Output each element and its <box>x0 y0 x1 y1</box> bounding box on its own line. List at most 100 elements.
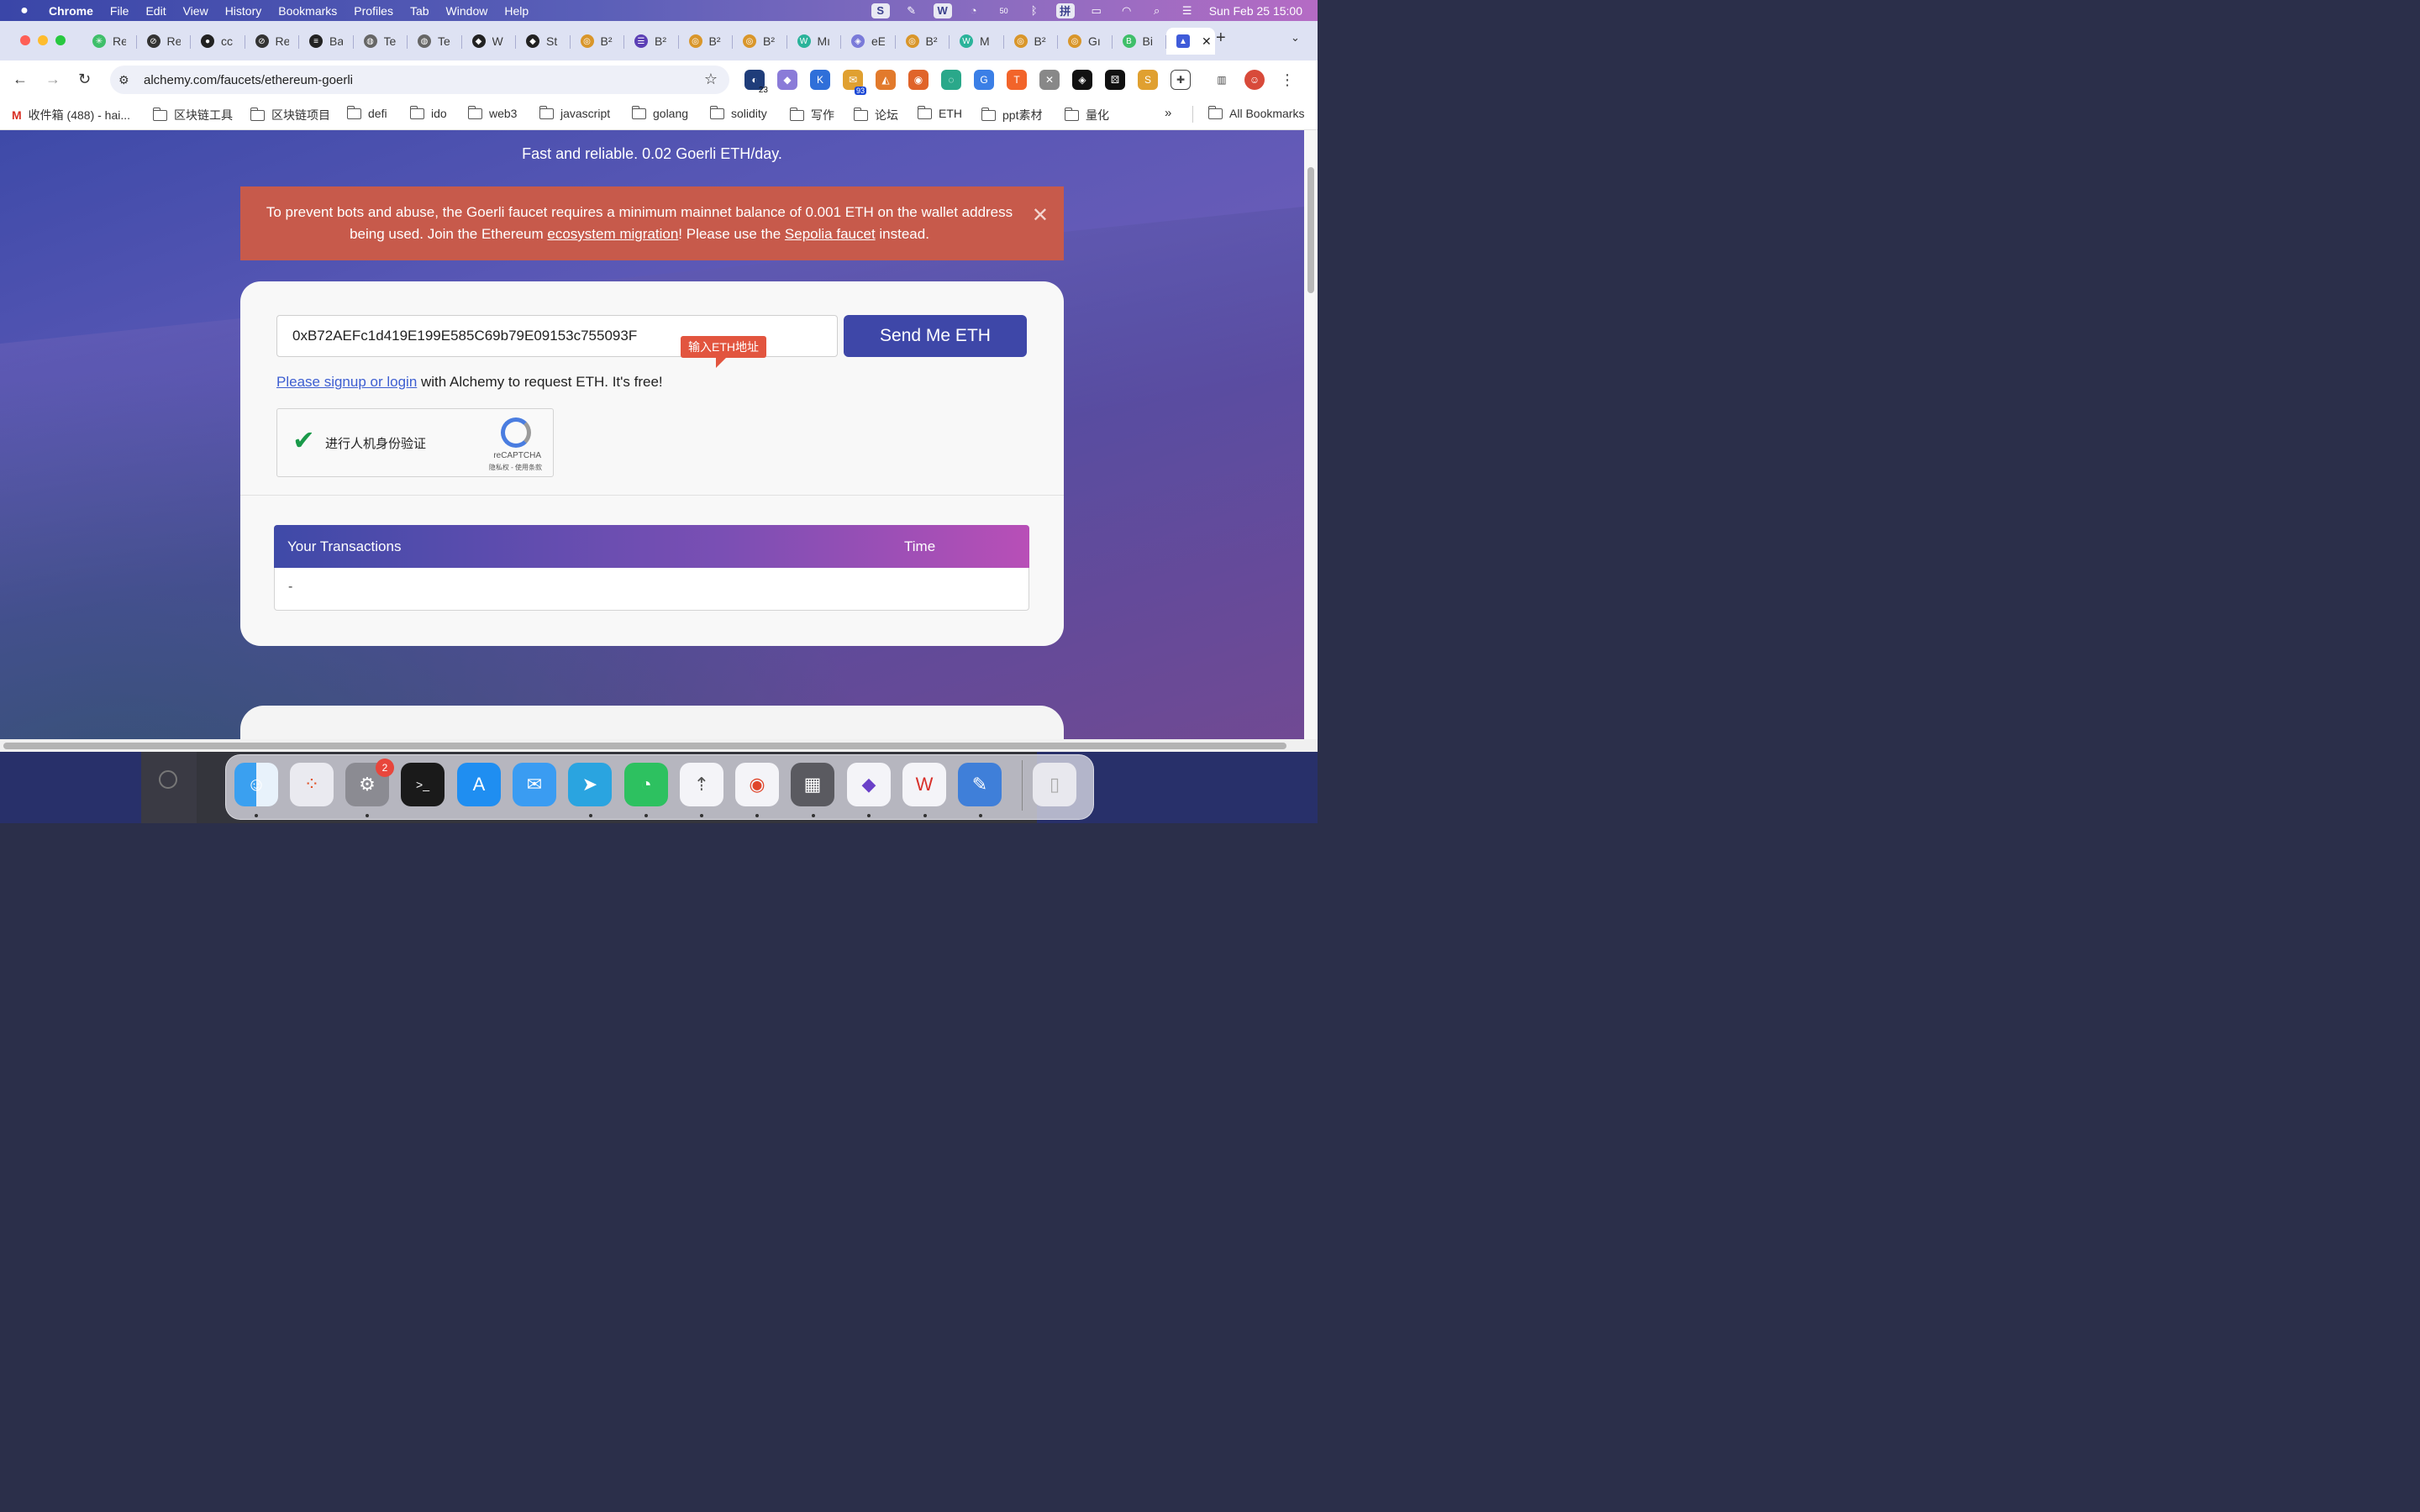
bookmark-folder[interactable]: golang <box>631 105 688 120</box>
tab-item[interactable]: ⊘ Re <box>137 28 192 55</box>
tab-item[interactable]: WM <box>950 28 1004 55</box>
bookmark-folder[interactable]: ETH <box>917 105 962 120</box>
bluetooth-icon[interactable]: ᛒ <box>1026 3 1043 18</box>
extension-mail-icon[interactable]: ✉ 93 <box>843 70 866 95</box>
tab-item[interactable]: ◎ B² <box>733 28 787 55</box>
extensions-puzzle-icon[interactable]: ✚ <box>1171 70 1191 90</box>
minimize-window-button[interactable] <box>38 35 48 45</box>
chrome-menu-icon[interactable]: ⋮ <box>1277 70 1297 90</box>
bookmark-folder[interactable]: defi <box>346 105 387 120</box>
spotlight-search-icon[interactable]: ⌕ <box>1149 3 1165 18</box>
tab-active[interactable]: ▲ ✕ <box>1166 28 1215 55</box>
rocket-app-icon[interactable]: ⇡ <box>680 763 723 806</box>
app-store-icon[interactable]: A <box>457 763 501 806</box>
apple-menu-icon[interactable]: ● <box>15 3 34 18</box>
send-me-eth-button[interactable]: Send Me ETH <box>844 315 1027 357</box>
extension-t-icon[interactable]: T <box>1007 70 1027 90</box>
tab-item[interactable]: ◎ B² <box>679 28 734 55</box>
stage-manager-icon[interactable] <box>159 770 177 789</box>
finder-icon[interactable]: ☺ <box>234 763 278 806</box>
extension-1-icon[interactable]: ◐ 23 <box>744 70 768 95</box>
battery-icon[interactable]: ▭ <box>1088 3 1105 18</box>
chat-extension-icon[interactable]: ◌ <box>941 70 961 90</box>
terminal-icon[interactable]: >_ <box>401 763 445 806</box>
extension-s-icon[interactable]: S <box>1138 70 1158 90</box>
wps-office-icon[interactable]: W <box>902 763 946 806</box>
all-bookmarks-folder[interactable]: All Bookmarks <box>1207 105 1304 120</box>
battery-monitor-icon[interactable]: 50 <box>996 3 1013 18</box>
menu-view[interactable]: View <box>183 4 208 18</box>
tab-item[interactable]: ≡ Ba <box>299 28 354 55</box>
extension-2-icon[interactable]: ◆ <box>777 70 797 90</box>
wechat-status-icon[interactable]: ◔ <box>965 3 982 18</box>
chrome-icon[interactable]: ◉ <box>735 763 779 806</box>
bookmark-folder[interactable]: web3 <box>467 105 517 120</box>
more-bookmarks-button[interactable]: » <box>1165 106 1171 120</box>
menu-help[interactable]: Help <box>504 4 529 18</box>
ecosystem-migration-link[interactable]: ecosystem migration <box>547 226 678 242</box>
tab-item[interactable]: ◎ B² <box>896 28 950 55</box>
wifi-icon[interactable]: ◠ <box>1118 3 1135 18</box>
metamask-icon[interactable]: ◭ <box>876 70 896 90</box>
bookmark-star-icon[interactable]: ☆ <box>704 71 718 88</box>
bookmark-folder[interactable]: 论坛 <box>853 107 898 123</box>
freeform-icon[interactable]: ✎ <box>958 763 1002 806</box>
extension-k-icon[interactable]: K <box>810 70 830 90</box>
site-info-icon[interactable]: ⚙ <box>118 73 135 87</box>
tab-search-button[interactable]: ⌄ <box>1291 31 1300 45</box>
bookmark-folder[interactable]: solidity <box>709 105 767 120</box>
recaptcha-widget[interactable]: ✔ 进行人机身份验证 reCAPTCHA 隐私权 - 使用条款 <box>276 408 554 477</box>
horizontal-scrollbar[interactable] <box>0 739 1318 752</box>
bookmark-folder[interactable]: 写作 <box>789 107 834 123</box>
tab-item[interactable]: ◎ Gı <box>1058 28 1113 55</box>
telegram-icon[interactable]: ➤ <box>568 763 612 806</box>
menu-bookmarks[interactable]: Bookmarks <box>278 4 337 18</box>
tab-item[interactable]: ● cc <box>191 28 245 55</box>
vertical-scrollbar[interactable] <box>1304 130 1318 739</box>
vertical-scroll-thumb[interactable] <box>1307 167 1314 293</box>
trash-icon[interactable]: ▯ <box>1033 763 1076 806</box>
bookmark-folder[interactable]: 区块链项目 <box>250 107 330 123</box>
duckduckgo-icon[interactable]: ◉ <box>908 70 929 90</box>
input-method-icon[interactable]: 拼 <box>1055 3 1075 18</box>
zoom-window-button[interactable] <box>55 35 66 45</box>
tab-item[interactable]: ⊘ Re <box>245 28 300 55</box>
reload-button[interactable]: ↻ <box>78 71 91 88</box>
menu-tab[interactable]: Tab <box>410 4 429 18</box>
menu-window[interactable]: Window <box>446 4 488 18</box>
address-bar[interactable]: ⚙ alchemy.com/faucets/ethereum-goerli ☆ <box>110 66 729 94</box>
bookmark-folder[interactable]: ido <box>409 105 447 120</box>
back-button[interactable]: ← <box>13 71 28 88</box>
menu-edit[interactable]: Edit <box>145 4 166 18</box>
tab-item[interactable]: ◈ eE <box>841 28 896 55</box>
obsidian-icon[interactable]: ◆ <box>847 763 891 806</box>
url-text[interactable]: alchemy.com/faucets/ethereum-goerli <box>144 73 353 87</box>
tab-item[interactable]: B Bi <box>1113 28 1167 55</box>
control-center-icon[interactable]: ☰ <box>1179 3 1196 18</box>
shield-extension-icon[interactable]: ◈ <box>1072 70 1092 90</box>
bookmark-folder[interactable]: 量化 <box>1064 107 1109 123</box>
side-panel-icon[interactable]: ▥ <box>1212 70 1232 90</box>
dice-extension-icon[interactable]: ⚄ <box>1105 70 1125 90</box>
wechat-icon[interactable]: ◔ <box>624 763 668 806</box>
close-alert-icon[interactable]: ✕ <box>1032 205 1049 227</box>
tab-item[interactable]: ◍ Te <box>354 28 408 55</box>
extension-blocked-icon[interactable]: ✕ <box>1039 70 1060 90</box>
recaptcha-terms-link[interactable]: 隐私权 - 使用条款 <box>489 463 542 472</box>
wps-status-icon[interactable]: W <box>933 3 952 18</box>
mail-icon[interactable]: ✉ <box>513 763 556 806</box>
bookmark-folder[interactable]: ppt素材 <box>981 107 1042 123</box>
sepolia-faucet-link[interactable]: Sepolia faucet <box>785 226 876 242</box>
tab-item[interactable]: ✳ Re <box>82 28 137 55</box>
bookmark-folder[interactable]: 区块链工具 <box>152 107 233 123</box>
tab-item[interactable]: ☰ B² <box>624 28 679 55</box>
close-tab-icon[interactable]: ✕ <box>1202 34 1212 49</box>
horizontal-scroll-thumb[interactable] <box>3 743 1286 749</box>
bookmark-folder[interactable]: javascript <box>539 105 610 120</box>
tab-item[interactable]: ◆ St <box>516 28 571 55</box>
calculator-icon[interactable]: ▦ <box>791 763 834 806</box>
menu-profiles[interactable]: Profiles <box>354 4 393 18</box>
forward-button[interactable]: → <box>45 71 60 88</box>
new-tab-button[interactable]: + <box>1216 29 1226 48</box>
tab-item[interactable]: ◎ B² <box>571 28 625 55</box>
